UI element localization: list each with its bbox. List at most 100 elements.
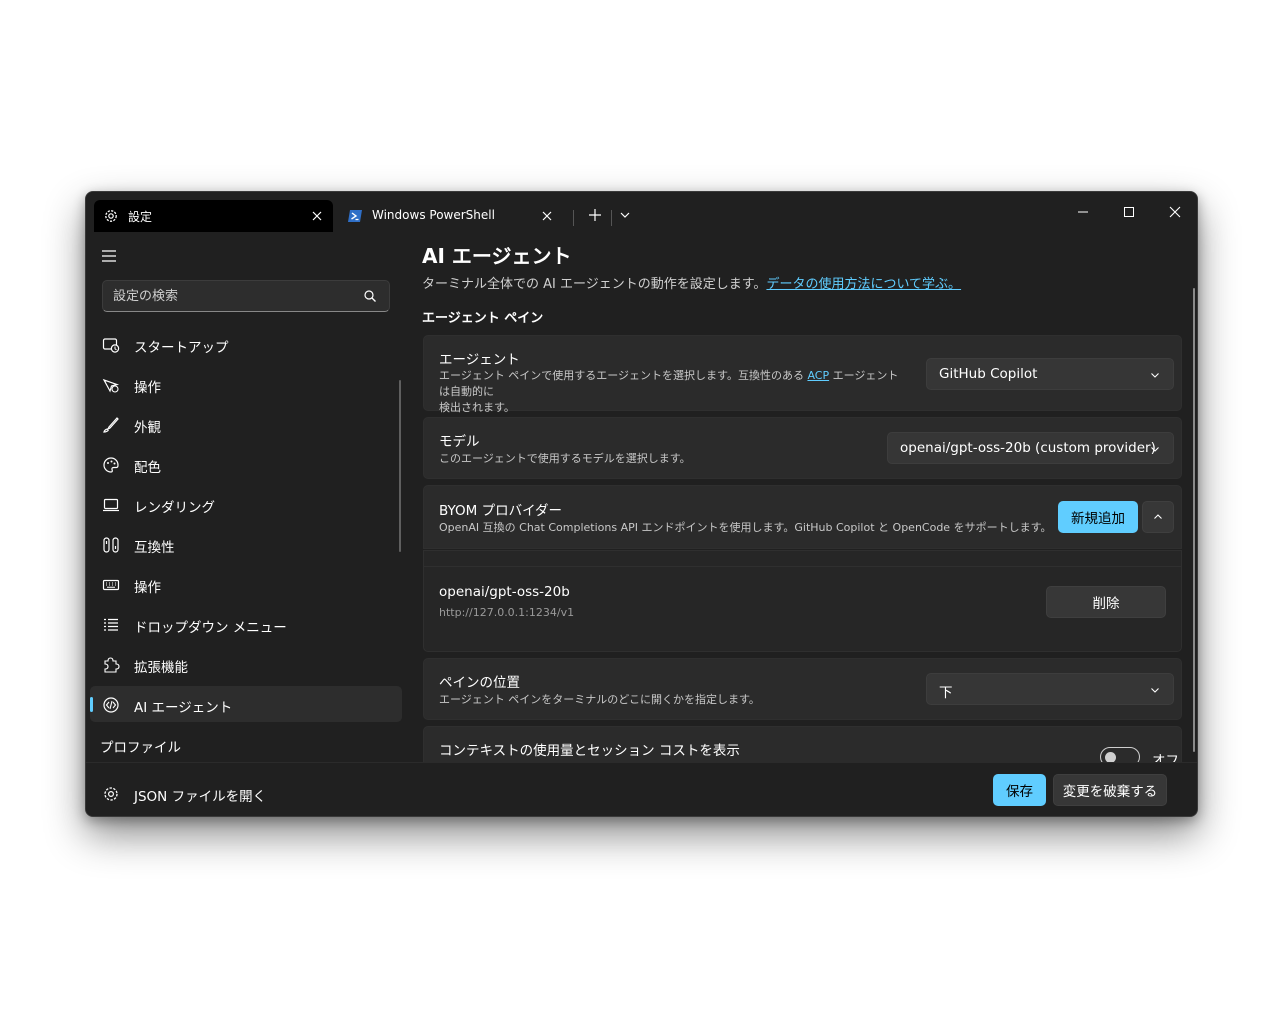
model-card: モデル このエージェントで使用するモデルを選択します。 openai/gpt-o… — [423, 417, 1182, 479]
title-bar: 設定 Windows PowerShell — [86, 192, 1197, 232]
model-select[interactable]: openai/gpt-oss-20b (custom provider) — [887, 432, 1174, 464]
agent-title: エージェント — [439, 352, 520, 368]
provider-name: openai/gpt-oss-20b — [439, 584, 570, 600]
tab-separator — [611, 210, 612, 226]
chevron-down-icon — [1149, 369, 1161, 381]
brush-icon — [102, 416, 120, 434]
pane-position-value: 下 — [939, 685, 953, 701]
search-input[interactable] — [113, 287, 353, 305]
save-button[interactable]: 保存 — [993, 774, 1046, 806]
close-window-button[interactable] — [1160, 198, 1190, 226]
footer-bar: JSON ファイルを開く 保存 変更を破棄する — [86, 762, 1197, 816]
maximize-button[interactable] — [1114, 198, 1144, 226]
close-icon[interactable] — [539, 208, 555, 224]
sidebar-item-actions[interactable]: 操作 — [90, 566, 402, 602]
main-scrollbar[interactable] — [1193, 288, 1195, 752]
monitor-icon — [102, 496, 120, 514]
sidebar-scrollbar[interactable] — [399, 380, 401, 552]
gear-icon — [102, 785, 120, 803]
tab-settings[interactable]: 設定 — [94, 200, 333, 232]
chevron-up-icon — [1152, 511, 1164, 523]
sidebar-item-label: 外観 — [134, 420, 161, 436]
discard-changes-button[interactable]: 変更を破棄する — [1053, 774, 1167, 806]
sidebar-item-label: スタートアップ — [134, 340, 229, 356]
open-json-button[interactable]: JSON ファイルを開く — [90, 775, 390, 811]
compatibility-icon — [102, 536, 120, 554]
interaction-icon — [102, 376, 120, 394]
tab-label: Windows PowerShell — [372, 208, 495, 222]
sidebar-item-label: ドロップダウン メニュー — [134, 620, 287, 636]
page-description: ターミナル全体での AI エージェントの動作を設定します。データの使用方法につい… — [422, 273, 961, 292]
byom-description: OpenAI 互換の Chat Completions API エンドポイントを… — [439, 521, 1052, 534]
terminal-settings-window: 設定 Windows PowerShell 設定の検索 スタートアップ 操作 外… — [85, 191, 1198, 817]
sidebar-item-startup[interactable]: スタートアップ — [90, 326, 402, 362]
sidebar-item-appearance[interactable]: 外観 — [90, 406, 402, 442]
page-description-text: ターミナル全体での AI エージェントの動作を設定します。 — [422, 277, 767, 292]
tab-powershell[interactable]: Windows PowerShell — [338, 200, 563, 232]
chevron-down-icon[interactable] — [616, 204, 634, 226]
sidebar-item-colors[interactable]: 配色 — [90, 446, 402, 482]
sidebar-item-rendering[interactable]: レンダリング — [90, 486, 402, 522]
sidebar-item-label: 互換性 — [134, 540, 175, 556]
pane-position-description: エージェント ペインをターミナルのどこに開くかを指定します。 — [439, 693, 760, 706]
sidebar-item-label: 配色 — [134, 460, 161, 476]
sidebar-item-dropdown-menu[interactable]: ドロップダウン メニュー — [90, 606, 402, 642]
byom-title: BYOM プロバイダー — [439, 503, 563, 519]
context-usage-card: コンテキストの使用量とセッション コストを表示 オフ — [423, 726, 1182, 762]
context-usage-toggle[interactable] — [1100, 747, 1140, 762]
settings-search[interactable] — [102, 280, 390, 312]
chevron-down-icon — [1149, 443, 1161, 455]
search-icon[interactable] — [363, 289, 377, 303]
startup-icon — [102, 336, 120, 354]
puzzle-icon — [102, 656, 120, 674]
sidebar-item-label: 操作 — [134, 580, 161, 596]
agent-select[interactable]: GitHub Copilot — [926, 358, 1174, 390]
new-tab-button[interactable] — [584, 204, 606, 226]
page-title: AI エージェント — [422, 244, 572, 268]
tab-separator — [573, 210, 574, 226]
sidebar-item-ai-agent[interactable]: AI エージェント — [90, 686, 402, 722]
byom-card: BYOM プロバイダー OpenAI 互換の Chat Completions … — [423, 485, 1182, 549]
acp-link[interactable]: ACP — [807, 369, 829, 382]
sidebar-item-extensions[interactable]: 拡張機能 — [90, 646, 402, 682]
list-icon — [102, 616, 120, 634]
agent-card: エージェント エージェント ペインで使用するエージェントを選択します。互換性のあ… — [423, 335, 1182, 414]
sidebar-item-label: 操作 — [134, 380, 161, 396]
chevron-down-icon — [1149, 684, 1161, 696]
agent-select-value: GitHub Copilot — [939, 366, 1038, 382]
ai-agent-icon — [102, 696, 120, 714]
byom-provider-item: openai/gpt-oss-20b http://127.0.0.1:1234… — [423, 550, 1182, 652]
powershell-icon — [347, 208, 363, 224]
model-description: このエージェントで使用するモデルを選択します。 — [439, 452, 691, 465]
sidebar-item-label: 拡張機能 — [134, 660, 188, 676]
settings-sidebar: スタートアップ 操作 外観 配色 レンダリング — [86, 232, 406, 762]
context-usage-title: コンテキストの使用量とセッション コストを表示 — [439, 743, 740, 759]
agent-description: エージェント ペインで使用するエージェントを選択します。互換性のある ACP エ… — [439, 368, 909, 416]
learn-more-link[interactable]: データの使用方法について学ぶ。 — [766, 277, 961, 292]
sidebar-item-compatibility[interactable]: 互換性 — [90, 526, 402, 562]
agent-description-text: 検出されます。 — [439, 401, 515, 414]
section-title: エージェント ペイン — [422, 311, 544, 326]
hamburger-menu-icon[interactable] — [100, 247, 118, 265]
model-title: モデル — [439, 434, 480, 450]
pane-position-title: ペインの位置 — [439, 675, 520, 691]
pane-position-card: ペインの位置 エージェント ペインをターミナルのどこに開くかを指定します。 下 — [423, 658, 1182, 720]
sidebar-item-interaction[interactable]: 操作 — [90, 366, 402, 402]
delete-provider-button[interactable]: 削除 — [1046, 586, 1166, 618]
keyboard-icon — [102, 576, 120, 594]
collapse-button[interactable] — [1142, 501, 1174, 533]
divider — [424, 566, 1181, 567]
pane-position-select[interactable]: 下 — [926, 673, 1174, 705]
toggle-state-label: オフ — [1152, 753, 1179, 762]
add-provider-button[interactable]: 新規追加 — [1058, 501, 1138, 533]
minimize-button[interactable] — [1068, 198, 1098, 226]
gear-icon — [103, 208, 119, 224]
model-select-value: openai/gpt-oss-20b (custom provider) — [900, 440, 1156, 456]
open-json-label: JSON ファイルを開く — [134, 789, 267, 805]
close-icon[interactable] — [309, 208, 325, 224]
agent-description-text: エージェント ペインで使用するエージェントを選択します。互換性のある — [439, 369, 808, 382]
main-content: AI エージェント ターミナル全体での AI エージェントの動作を設定します。デ… — [406, 232, 1197, 762]
profiles-heading: プロファイル — [100, 740, 181, 756]
sidebar-item-label: レンダリング — [134, 500, 215, 516]
provider-url: http://127.0.0.1:1234/v1 — [439, 606, 575, 619]
